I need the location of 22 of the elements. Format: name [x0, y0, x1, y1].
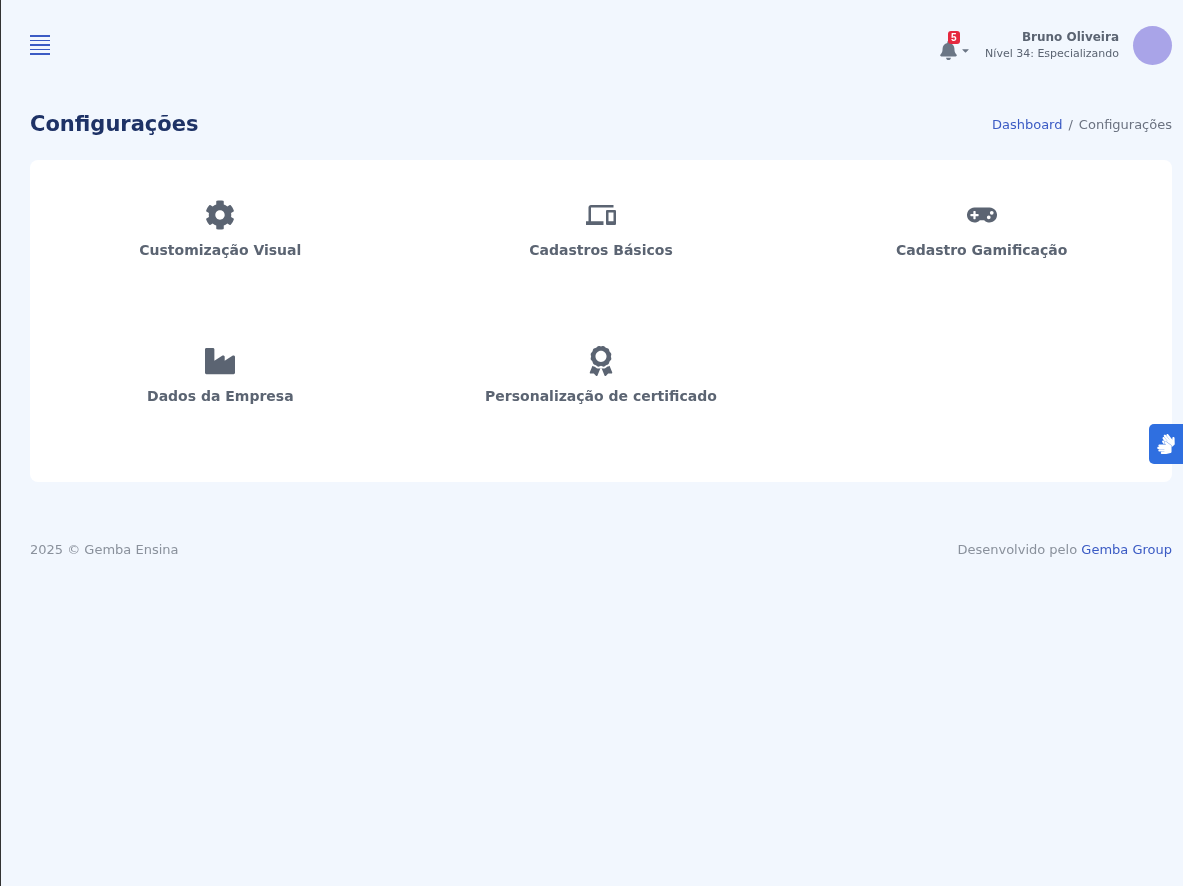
accessibility-button[interactable]: [1149, 424, 1183, 464]
credit-link[interactable]: Gemba Group: [1081, 542, 1172, 557]
settings-link[interactable]: Customização Visual: [139, 200, 302, 258]
page-title: Configurações: [30, 112, 199, 136]
user-name: Bruno Oliveira: [1021, 30, 1119, 44]
settings-link[interactable]: Cadastro Gamificação: [895, 200, 1068, 258]
hands-icon: [1156, 434, 1176, 454]
breadcrumb-current: Configurações: [1078, 116, 1172, 132]
bell-icon: [939, 40, 959, 60]
notifications-button[interactable]: 5: [939, 30, 972, 60]
settings-link[interactable]: Dados da Empresa: [147, 346, 294, 404]
notification-count: 5: [948, 30, 960, 44]
gear-icon: [205, 200, 236, 230]
settings-link[interactable]: Cadastros Básicos: [529, 200, 673, 258]
breadcrumb-separator: /: [1068, 116, 1073, 132]
menu-button[interactable]: [30, 35, 50, 55]
factory-icon: [205, 346, 236, 376]
credit-text: Desenvolvido pelo Gemba Group: [957, 542, 1172, 557]
breadcrumb-link[interactable]: Dashboard: [991, 116, 1063, 132]
user-level: Nível 34: Especializando: [985, 47, 1119, 60]
copyright-text: 2025 © Gemba Ensina: [30, 542, 179, 557]
settings-link[interactable]: Personalização de certificado: [485, 346, 717, 404]
